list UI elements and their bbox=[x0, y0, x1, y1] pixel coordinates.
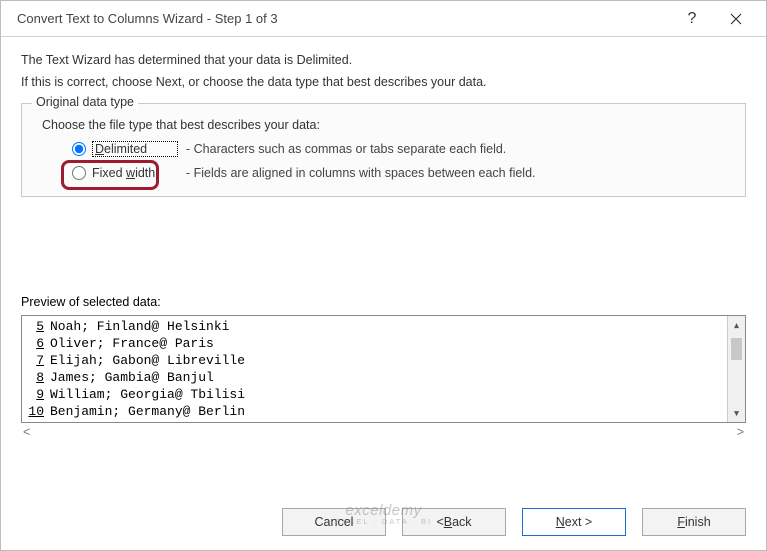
preview-row: 10Benjamin; Germany@ Berlin bbox=[22, 403, 725, 420]
next-button[interactable]: Next > bbox=[522, 508, 626, 536]
radio-fixed-width[interactable]: Fixed width - Fields are aligned in colu… bbox=[72, 162, 729, 184]
intro-text-1: The Text Wizard has determined that your… bbox=[21, 53, 746, 67]
group-instruction: Choose the file type that best describes… bbox=[42, 118, 729, 132]
scroll-thumb[interactable] bbox=[731, 338, 742, 360]
scroll-left-icon[interactable]: < bbox=[23, 425, 30, 439]
dialog-body: The Text Wizard has determined that your… bbox=[1, 37, 766, 205]
preview-vertical-scrollbar[interactable]: ▴ ▾ bbox=[727, 316, 745, 422]
preview-label: Preview of selected data: bbox=[21, 295, 766, 309]
intro-text-2: If this is correct, choose Next, or choo… bbox=[21, 75, 746, 89]
preview-row: 6Oliver; France@ Paris bbox=[22, 335, 725, 352]
help-button[interactable]: ? bbox=[670, 5, 714, 33]
preview-row: 9William; Georgia@ Tbilisi bbox=[22, 386, 725, 403]
cancel-button[interactable]: Cancel bbox=[282, 508, 386, 536]
finish-button[interactable]: Finish bbox=[642, 508, 746, 536]
back-button[interactable]: < Back bbox=[402, 508, 506, 536]
button-row: Cancel < Back Next > Finish bbox=[282, 508, 746, 536]
titlebar: Convert Text to Columns Wizard - Step 1 … bbox=[1, 1, 766, 37]
help-icon: ? bbox=[688, 10, 697, 28]
close-icon bbox=[730, 13, 742, 25]
radio-delimited-input[interactable] bbox=[72, 142, 86, 156]
preview-row: 7Elijah; Gabon@ Libreville bbox=[22, 352, 725, 369]
radio-delimited-label: Delimited bbox=[92, 141, 178, 157]
radio-fixed-width-input[interactable] bbox=[72, 166, 86, 180]
close-button[interactable] bbox=[714, 5, 758, 33]
radio-delimited-desc: - Characters such as commas or tabs sepa… bbox=[186, 142, 506, 156]
window-title: Convert Text to Columns Wizard - Step 1 … bbox=[17, 11, 670, 26]
preview-row: 8James; Gambia@ Banjul bbox=[22, 369, 725, 386]
original-data-type-group: Original data type Choose the file type … bbox=[21, 103, 746, 197]
radio-fixed-width-desc: - Fields are aligned in columns with spa… bbox=[186, 166, 536, 180]
group-legend: Original data type bbox=[32, 95, 138, 109]
preview-box: 5Noah; Finland@ Helsinki 6Oliver; France… bbox=[21, 315, 746, 423]
preview-row: 5Noah; Finland@ Helsinki bbox=[22, 318, 725, 335]
radio-delimited[interactable]: Delimited - Characters such as commas or… bbox=[72, 138, 729, 160]
radio-fixed-width-label: Fixed width bbox=[92, 166, 178, 180]
preview-content: 5Noah; Finland@ Helsinki 6Oliver; France… bbox=[22, 316, 725, 422]
scroll-up-icon[interactable]: ▴ bbox=[728, 316, 745, 334]
scroll-down-icon[interactable]: ▾ bbox=[728, 404, 745, 422]
preview-horizontal-scrollbar[interactable]: < > bbox=[21, 425, 746, 443]
scroll-right-icon[interactable]: > bbox=[737, 425, 744, 439]
